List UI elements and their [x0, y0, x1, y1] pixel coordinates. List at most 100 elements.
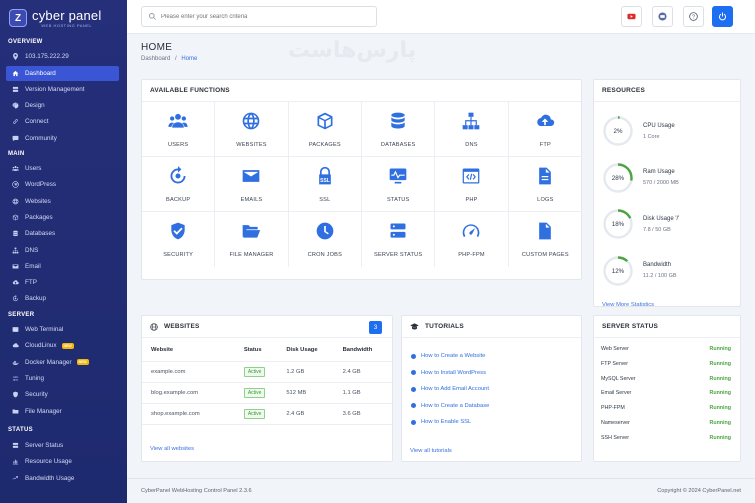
function-label: BACKUP	[166, 196, 191, 203]
section-status: STATUS	[8, 427, 33, 433]
sidebar-item-dashboard[interactable]: Dashboard	[6, 65, 119, 81]
help-icon: ?	[689, 12, 698, 21]
sidebar-item-file-manager[interactable]: File Manager	[6, 404, 119, 419]
service-name: Email Server	[601, 390, 632, 397]
tutorial-link[interactable]: How to Add Email Account	[411, 386, 489, 392]
backup-icon	[168, 165, 188, 188]
sidebar-item-web-terminal[interactable]: Web Terminal	[6, 322, 119, 337]
search-box[interactable]	[141, 6, 377, 27]
function-custom-pages[interactable]: CUSTOM PAGES	[509, 212, 582, 267]
view-all-websites-link[interactable]: View all websites	[150, 446, 194, 452]
websites-table: Website Status Disk Usage Bandwidth exam…	[142, 338, 392, 425]
table-row[interactable]: shop.example.com Active 2.4 GB 3.6 GB	[142, 404, 392, 425]
usage-percent: 28%	[612, 175, 625, 182]
usage-percent: 18%	[612, 221, 625, 228]
website-name[interactable]: blog.example.com	[142, 390, 244, 396]
tutorial-link[interactable]: How to Create a Website	[411, 353, 485, 359]
sidebar-item-cloudlinux[interactable]: CloudLinux NEW	[6, 338, 119, 353]
sidebar-item-backup[interactable]: Backup	[6, 291, 119, 306]
resource-text: Bandwidth 11.2 / 100 GB	[643, 262, 677, 279]
sidebar-item-resource-usage[interactable]: Resource Usage	[6, 454, 119, 469]
sidebar-item-version-management[interactable]: Version Management	[6, 82, 119, 97]
function-users[interactable]: USERS	[142, 102, 216, 157]
breadcrumb-home[interactable]: Home	[181, 56, 197, 62]
breadcrumb-dashboard[interactable]: Dashboard	[141, 56, 170, 62]
tutorial-link[interactable]: How to Install WordPress	[411, 370, 486, 376]
resource-item: 12% Bandwidth 11.2 / 100 GB	[602, 250, 742, 292]
logout-button[interactable]	[712, 6, 733, 27]
sidebar-item-email[interactable]: Email	[6, 259, 119, 274]
footer-copyright[interactable]: Copyright © 2024 CyberPanel.net	[657, 488, 741, 494]
bullet-icon	[411, 419, 416, 425]
sidebar-item-bandwidth-usage[interactable]: Bandwidth Usage	[6, 471, 119, 486]
view-more-statistics-link[interactable]: View More Statistics	[602, 302, 654, 308]
service-name: Web Server	[601, 346, 629, 352]
sidebar-item-wordpress[interactable]: WordPress	[6, 177, 119, 192]
logo-text: cyber panel WEB HOSTING PANEL	[32, 9, 101, 28]
brand-logo[interactable]: Z cyber panel WEB HOSTING PANEL	[0, 0, 127, 36]
view-all-tutorials-link[interactable]: View all tutorials	[410, 448, 452, 454]
function-security[interactable]: SECURITY	[142, 212, 216, 267]
function-label: FILE MANAGER	[229, 252, 274, 258]
sidebar-item-websites[interactable]: Websites	[6, 194, 119, 209]
docker-icon	[12, 359, 19, 366]
sidebar-item-security[interactable]: Security	[6, 387, 119, 402]
function-status[interactable]: STATUS	[362, 157, 436, 212]
sidebar-item-docker-manager[interactable]: Docker Manager NEW	[6, 355, 119, 370]
server-status-row: Nameserver Running	[601, 420, 731, 426]
function-backup[interactable]: BACKUP	[142, 157, 216, 212]
server-status-icon	[12, 442, 19, 449]
sidebar-item-packages[interactable]: Packages	[6, 210, 119, 225]
sidebar-item-server-status[interactable]: Server Status	[6, 438, 119, 453]
disk-usage: 512 MB	[286, 390, 307, 396]
sidebar-item-ftp[interactable]: FTP	[6, 275, 119, 290]
youtube-button[interactable]	[621, 6, 642, 27]
website-name[interactable]: shop.example.com	[142, 411, 244, 417]
function-emails[interactable]: EMAILS	[215, 157, 289, 212]
users-icon	[12, 165, 19, 172]
table-row[interactable]: blog.example.com Active 512 MB 1.1 GB	[142, 383, 392, 404]
sidebar-item-connect[interactable]: Connect	[6, 114, 119, 129]
website-name[interactable]: example.com	[142, 369, 244, 375]
resource-value: 570 / 2000 MB	[643, 180, 679, 186]
sidebar-item-tuning[interactable]: Tuning	[6, 371, 119, 386]
function-databases[interactable]: DATABASES	[362, 102, 436, 157]
function-server-status[interactable]: SERVER STATUS	[362, 212, 436, 267]
function-ssl[interactable]: SSL SSL	[288, 157, 362, 212]
function-websites[interactable]: WEBSITES	[215, 102, 289, 157]
tutorial-link[interactable]: How to Enable SSL	[411, 419, 471, 425]
sidebar-item-users[interactable]: Users	[6, 161, 119, 176]
tutorial-link[interactable]: How to Create a Database	[411, 403, 489, 409]
resources-title: RESOURCES	[594, 80, 740, 102]
sidebar-item-databases[interactable]: Databases	[6, 226, 119, 241]
server-status-row: PHP-FPM Running	[601, 405, 731, 411]
function-dns[interactable]: DNS	[435, 102, 509, 157]
shield-check-icon	[168, 221, 188, 243]
server-icon	[388, 221, 408, 243]
sidebar-item-design[interactable]: Design	[6, 98, 119, 113]
wordpress-icon	[12, 181, 19, 189]
service-state: Running	[709, 375, 731, 382]
function-php-fpm[interactable]: PHP-FPM	[435, 212, 509, 267]
function-label: PHP-FPM	[458, 252, 485, 258]
graduation-cap-icon	[410, 323, 419, 330]
sidebar-item-community[interactable]: Community	[6, 131, 119, 146]
sidebar-item-label: Users	[25, 165, 42, 172]
support-chat-button[interactable]	[652, 6, 673, 27]
help-button[interactable]: ?	[683, 6, 704, 27]
logo-mark-icon: Z	[9, 9, 27, 27]
bandwidth: 2.4 GB	[342, 369, 361, 375]
function-logs[interactable]: LOGS	[508, 157, 582, 212]
function-label: EMAILS	[240, 196, 263, 203]
sidebar-item-dns[interactable]: DNS	[6, 243, 119, 258]
function-php[interactable]: PHP	[435, 157, 509, 212]
function-file-manager[interactable]: FILE MANAGER	[215, 212, 289, 267]
service-name: SSH Server	[601, 434, 629, 441]
function-ftp[interactable]: FTP	[508, 102, 582, 157]
search-input[interactable]	[161, 13, 361, 20]
function-cron-jobs[interactable]: CRON JOBS	[289, 212, 362, 267]
mail-icon	[241, 166, 261, 188]
table-row[interactable]: example.com Active 1.2 GB 2.4 GB	[142, 362, 392, 383]
function-packages[interactable]: PACKAGES	[288, 102, 362, 157]
resource-value: 11.2 / 100 GB	[643, 273, 677, 279]
